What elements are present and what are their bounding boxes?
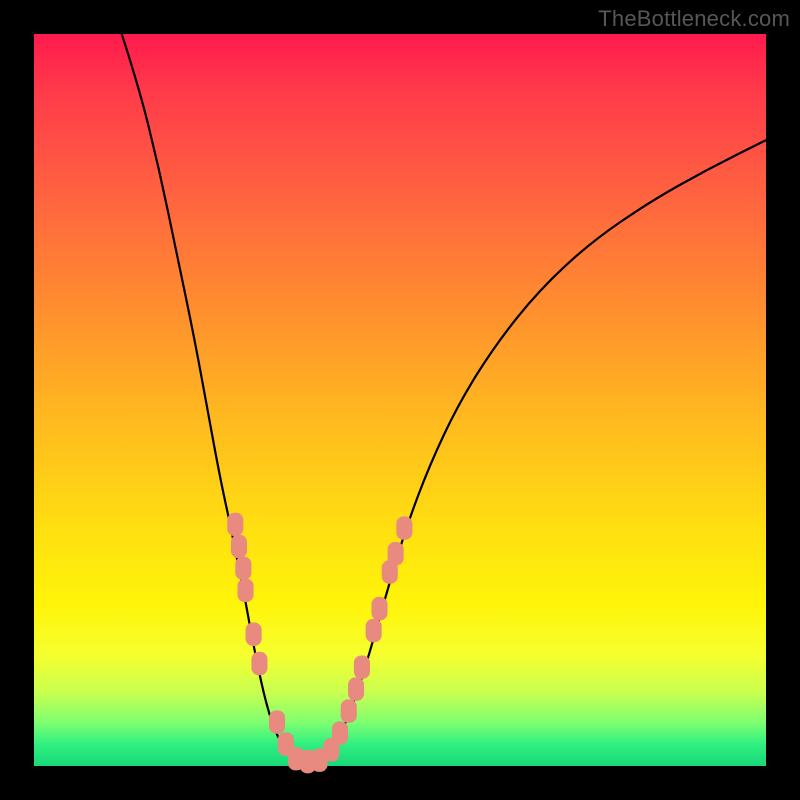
curve-marker bbox=[396, 516, 412, 539]
curve-marker bbox=[237, 579, 253, 602]
curve-marker bbox=[341, 699, 357, 722]
curve-marker bbox=[388, 542, 404, 565]
curve-marker bbox=[251, 652, 267, 675]
curve-marker bbox=[246, 623, 262, 646]
bottleneck-curve bbox=[115, 12, 766, 762]
curve-svg bbox=[34, 34, 766, 766]
curve-marker bbox=[348, 677, 364, 700]
curve-marker bbox=[354, 655, 370, 678]
marker-group bbox=[227, 513, 412, 774]
curve-marker bbox=[371, 597, 387, 620]
curve-marker bbox=[231, 535, 247, 558]
curve-marker bbox=[269, 710, 285, 733]
curve-marker bbox=[235, 557, 251, 580]
curve-marker bbox=[366, 619, 382, 642]
plot-area bbox=[34, 34, 766, 766]
chart-frame: TheBottleneck.com bbox=[0, 0, 800, 800]
curve-marker bbox=[332, 721, 348, 744]
curve-marker bbox=[227, 513, 243, 536]
watermark-text: TheBottleneck.com bbox=[598, 6, 790, 32]
